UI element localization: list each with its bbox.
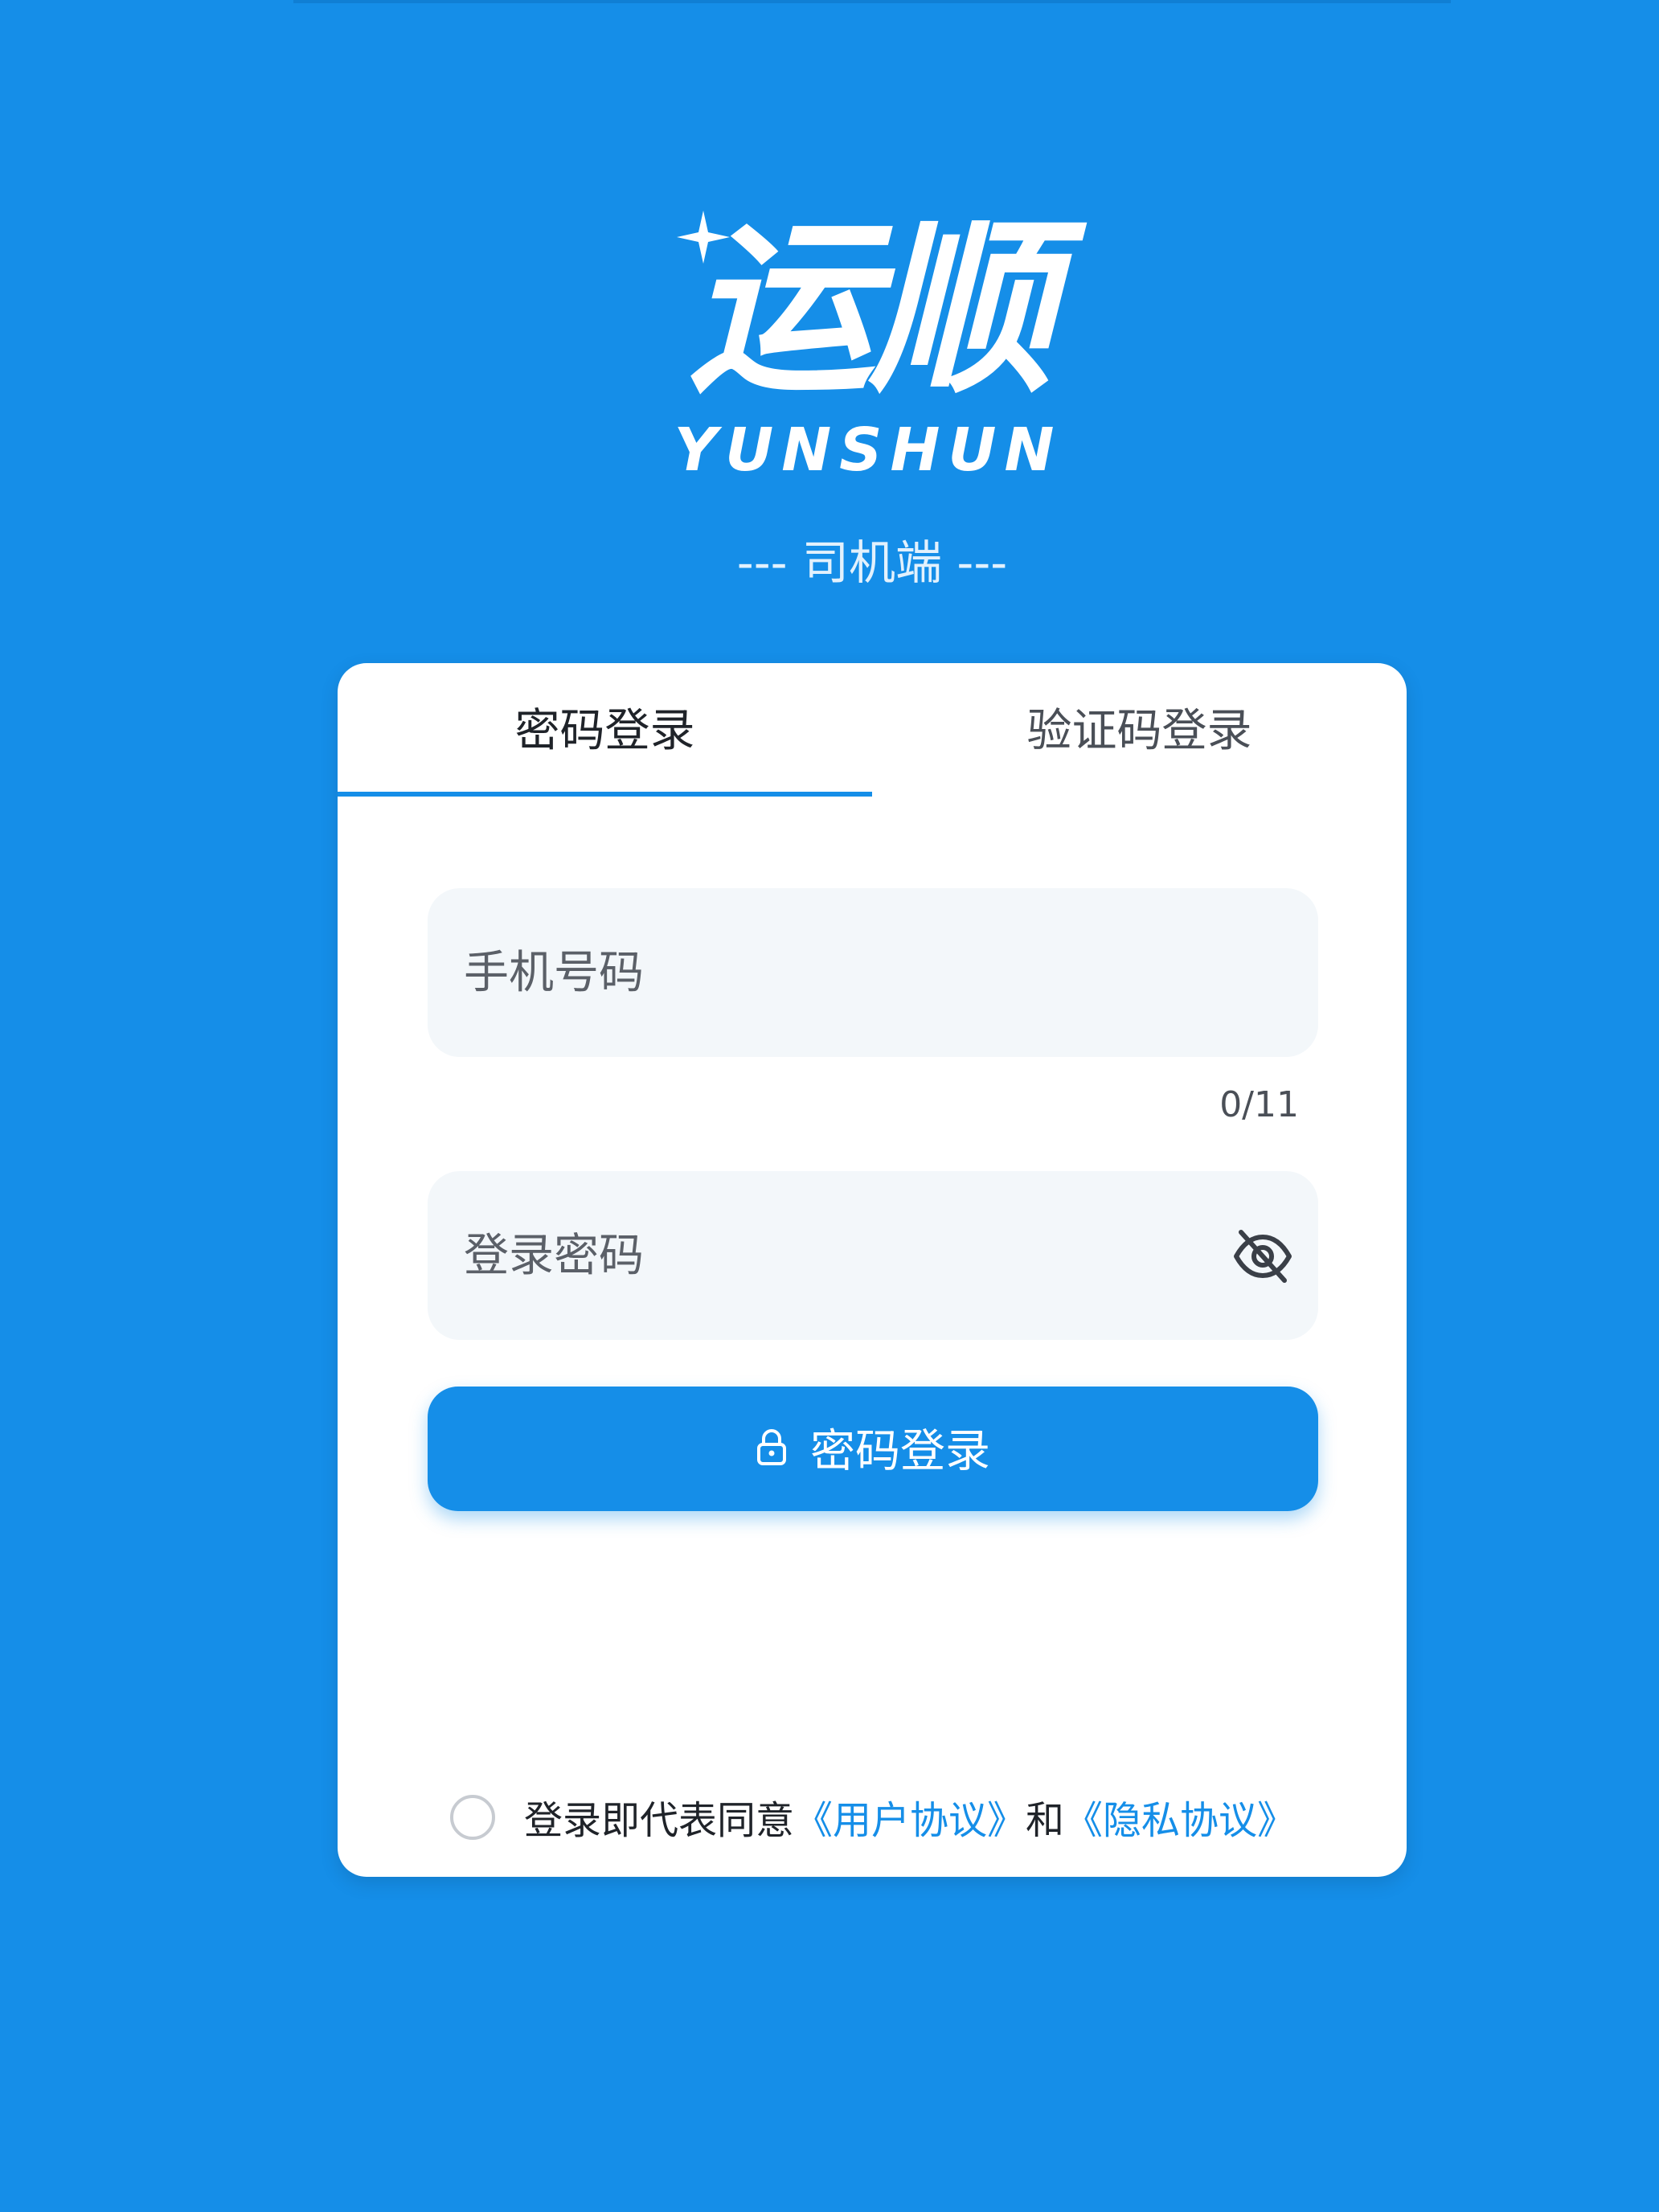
- eye-off-icon[interactable]: [1231, 1227, 1294, 1285]
- logo-wordmark: 运顺: [687, 201, 1055, 418]
- login-button-label: 密码登录: [810, 1425, 990, 1478]
- tab-password-login[interactable]: 密码登录: [338, 663, 872, 800]
- password-input[interactable]: [464, 1171, 1187, 1340]
- phone-input[interactable]: [464, 888, 1187, 1057]
- password-login-button[interactable]: 密码登录: [428, 1387, 1318, 1511]
- app-logo: 运顺 YUNSHUN: [659, 201, 1077, 485]
- app-subtitle: --- 司机端 ---: [736, 535, 1008, 590]
- user-agreement-link[interactable]: 《用户协议》: [794, 1798, 1026, 1843]
- password-field: [428, 1171, 1318, 1340]
- privacy-agreement-link[interactable]: 《隐私协议》: [1064, 1798, 1296, 1843]
- agreement-row: 登录即代表同意《用户协议》和《隐私协议》: [450, 1788, 1374, 1853]
- top-divider: [293, 0, 1451, 3]
- phone-length-counter: 0/11: [1219, 1084, 1299, 1125]
- login-tabs: 密码登录 验证码登录: [338, 663, 1407, 800]
- agreement-text: 登录即代表同意《用户协议》和《隐私协议》: [524, 1788, 1296, 1853]
- phone-field: [428, 888, 1318, 1057]
- agreement-joiner: 和: [1026, 1798, 1065, 1843]
- tab-sms-login[interactable]: 验证码登录: [872, 663, 1407, 800]
- active-tab-indicator: [338, 792, 872, 797]
- lock-icon: [757, 1428, 786, 1465]
- agreement-checkbox[interactable]: [450, 1795, 495, 1840]
- login-card: 密码登录 验证码登录 0/11 密码登录 登录即代表同意《用户协议》和《隐私协议…: [338, 663, 1407, 1877]
- logo-subtext: YUNSHUN: [674, 416, 1063, 485]
- agreement-prefix: 登录即代表同意: [524, 1798, 795, 1843]
